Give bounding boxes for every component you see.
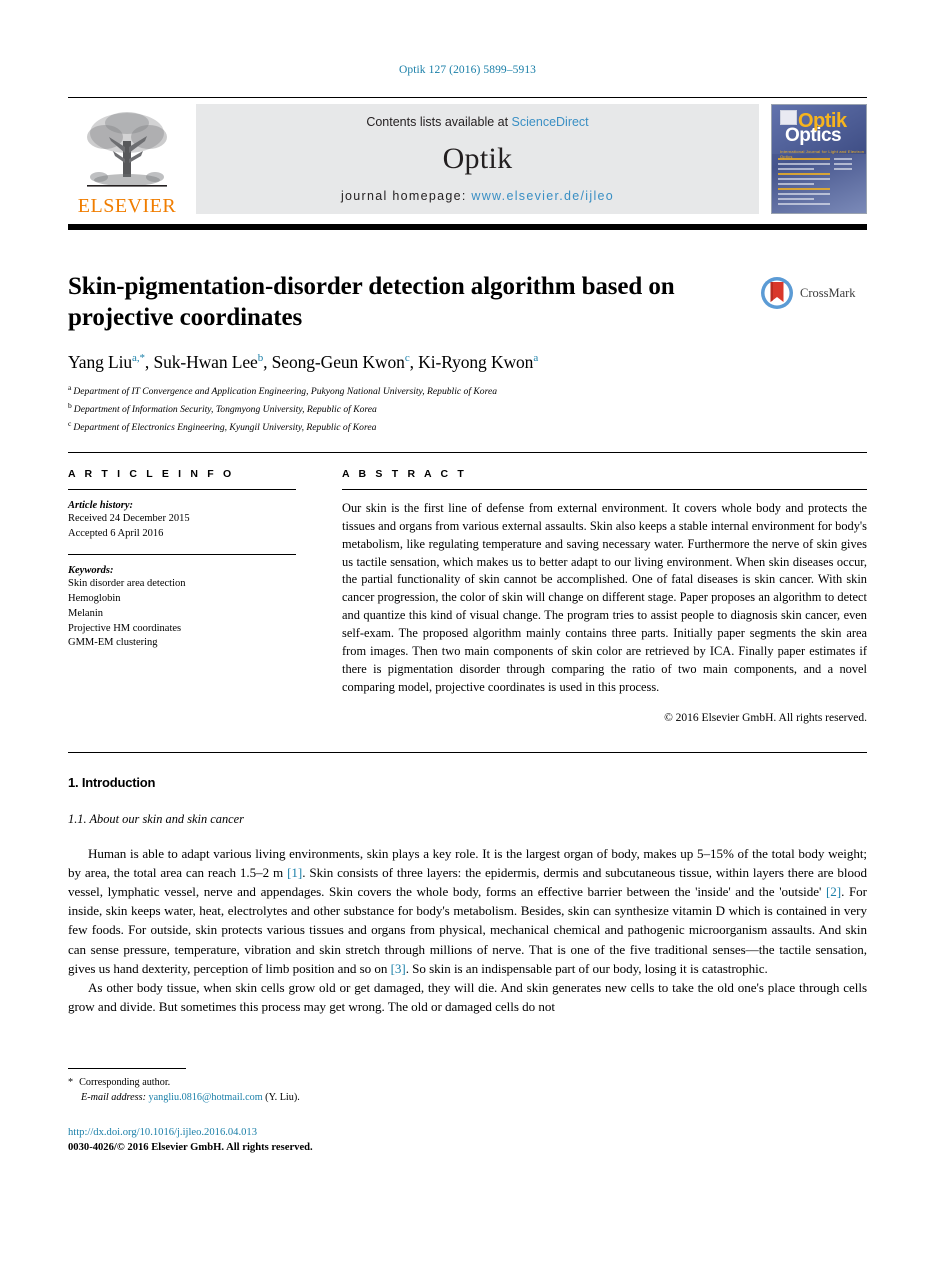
keywords-block: Keywords: Skin disorder area detection H… [68, 565, 296, 652]
crossmark-icon [761, 277, 793, 309]
email-label: E-mail address: [81, 1092, 146, 1104]
journal-homepage-line: journal homepage: www.elsevier.de/ijleo [341, 189, 614, 203]
article-history-accepted: Accepted 6 April 2016 [68, 527, 164, 539]
email-line: E-mail address: yangliu.0816@hotmail.com… [68, 1090, 488, 1105]
author-name-4: Ki-Ryong Kwon [418, 352, 534, 372]
article-info-heading: A R T I C L E I N F O [68, 468, 235, 480]
abstract-rule [342, 489, 867, 490]
author-list: Yang Liua,*, Suk-Hwan Leeb, Seong-Geun K… [68, 352, 539, 372]
citation-3[interactable]: [3] [391, 961, 406, 976]
body-section-top-rule [68, 752, 867, 753]
masthead-center-panel: Contents lists available at ScienceDirec… [196, 104, 759, 214]
issn-copyright-line: 0030-4026/© 2016 Elsevier GmbH. All righ… [68, 1142, 313, 1154]
abstract-text: Our skin is the first line of defense fr… [342, 501, 867, 694]
sciencedirect-link[interactable]: ScienceDirect [512, 115, 589, 129]
article-header: Skin-pigmentation-disorder detection alg… [68, 272, 867, 436]
para1-segment-4: . So skin is an indispensable part of ou… [405, 960, 768, 976]
cover-logo-box [780, 110, 797, 125]
paper-page: Optik 127 (2016) 5899–5913 ELSEVIER Cont… [0, 0, 935, 1266]
author-name-1: Yang Liu [68, 352, 133, 372]
article-body: 1. Introduction 1.1. About our skin and … [68, 775, 867, 1016]
homepage-prefix: journal homepage: [340, 189, 472, 203]
subsection-heading-about-skin: 1.1. About our skin and skin cancer [68, 812, 244, 826]
author-name-3: Seong-Geun Kwon [271, 352, 405, 372]
crossmark-label: CrossMark [800, 285, 856, 300]
affiliation-text-a: Department of IT Convergence and Applica… [73, 386, 498, 398]
masthead-bottom-rule [68, 224, 867, 230]
article-info-rule [68, 489, 296, 490]
keyword-item: GMM-EM clustering [68, 637, 158, 649]
article-history-block: Article history: Received 24 December 20… [68, 500, 296, 542]
abstract-section-top-rule [68, 452, 867, 453]
contents-available-line: Contents lists available at ScienceDirec… [366, 115, 588, 129]
elsevier-wordmark: ELSEVIER [77, 195, 177, 217]
abstract-heading: A B S T R A C T [342, 468, 467, 480]
keyword-item: Projective HM coordinates [68, 622, 182, 634]
cover-title-optics: Optics [785, 125, 842, 146]
keyword-item: Hemoglobin [68, 592, 121, 604]
email-suffix: (Y. Liu). [265, 1092, 300, 1104]
author-affmark-1: a,* [132, 352, 145, 365]
footnote-block: * Corresponding author. E-mail address: y… [68, 1068, 488, 1106]
author-name-2: Suk-Hwan Lee [153, 352, 258, 372]
keyword-item: Melanin [68, 607, 103, 619]
cover-contents-list [778, 158, 830, 213]
article-history-label: Article history: [68, 500, 134, 511]
contents-prefix: Contents lists available at [366, 115, 512, 129]
affiliation-c: c Department of Electronics Engineering, … [68, 418, 867, 436]
author-affmark-2: b [257, 352, 264, 365]
article-info-column: A R T I C L E I N F O Article history: R… [68, 468, 296, 724]
affiliation-text-b: Department of Information Security, Tong… [73, 404, 377, 416]
keyword-item: Skin disorder area detection [68, 577, 186, 589]
page-title: Skin-pigmentation-disorder detection alg… [68, 273, 675, 331]
journal-homepage-link[interactable]: www.elsevier.de/ijleo [471, 189, 614, 203]
article-history-received: Received 24 December 2015 [68, 513, 190, 524]
affiliation-b: b Department of Information Security, Ton… [68, 400, 867, 418]
affiliation-list: a Department of IT Convergence and Applic… [68, 382, 867, 436]
email-link[interactable]: yangliu.0816@hotmail.com [149, 1092, 263, 1103]
body-paragraph-2: As other body tissue, when skin cells gr… [68, 979, 867, 1014]
affiliation-text-c: Department of Electronics Engineering, K… [73, 422, 377, 434]
abstract-column: A B S T R A C T Our skin is the first li… [342, 468, 867, 724]
keywords-label: Keywords: [68, 564, 114, 576]
crossmark-badge[interactable]: CrossMark [759, 275, 867, 311]
corresponding-author-text: Corresponding author. [79, 1077, 171, 1088]
journal-masthead: ELSEVIER Contents lists available at Sci… [68, 97, 867, 230]
citation-2[interactable]: [2] [826, 884, 841, 899]
author-affmark-4: a [533, 352, 539, 365]
keywords-rule [68, 553, 296, 555]
corresponding-author-line: * Corresponding author. [68, 1075, 488, 1090]
info-abstract-columns: A R T I C L E I N F O Article history: R… [68, 468, 867, 724]
footnote-rule [68, 1068, 186, 1069]
journal-title: Optik [442, 142, 513, 175]
affiliation-a: a Department of IT Convergence and Applic… [68, 382, 867, 400]
doi-block: http://dx.doi.org/10.1016/j.ijleo.2016.0… [68, 1125, 313, 1156]
elsevier-logo: ELSEVIER [68, 98, 186, 220]
elsevier-tree-icon [87, 112, 167, 187]
abstract-copyright: © 2016 Elsevier GmbH. All rights reserve… [664, 712, 867, 725]
author-affmark-3: c [404, 352, 410, 365]
running-head: Optik 127 (2016) 5899–5913 [398, 64, 537, 76]
citation-1[interactable]: [1] [287, 865, 302, 880]
cover-side-text [834, 158, 860, 173]
body-paragraph-1: Human is able to adapt various living en… [68, 844, 867, 978]
corresponding-author-star: * [68, 1077, 74, 1088]
doi-link[interactable]: http://dx.doi.org/10.1016/j.ijleo.2016.0… [68, 1125, 313, 1140]
journal-cover-thumbnail: Optik Optics International Journal for L… [771, 104, 867, 214]
section-heading-introduction: 1. Introduction [68, 775, 156, 790]
